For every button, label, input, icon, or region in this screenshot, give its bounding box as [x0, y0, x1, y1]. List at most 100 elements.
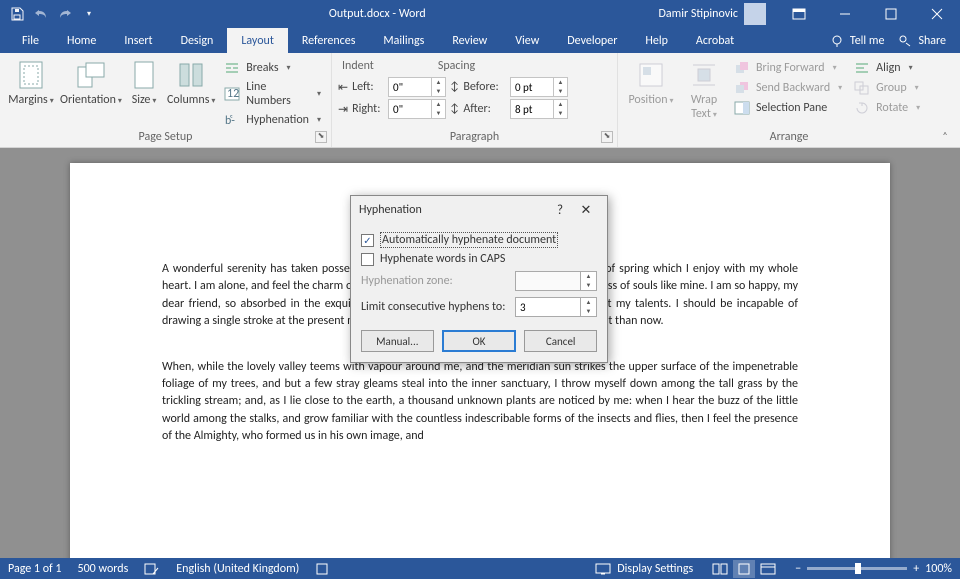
spacing-before-input[interactable]: ▲▼	[510, 77, 568, 97]
tab-file[interactable]: File	[8, 28, 53, 53]
indent-left-input[interactable]: ▲▼	[388, 77, 446, 97]
bring-forward-button: Bring Forward▾	[730, 59, 846, 77]
close-button[interactable]	[914, 0, 960, 28]
group-paragraph: IndentSpacing ⇤Left: ▲▼ ↕Before: ▲▼ ⇥Rig…	[332, 53, 618, 147]
line-numbers-button[interactable]: 12Line Numbers▾	[220, 79, 325, 109]
align-button[interactable]: Align▾	[850, 59, 924, 77]
selection-pane-icon	[734, 100, 750, 116]
status-bar: Page 1 of 1 500 words English (United Ki…	[0, 558, 960, 579]
checkbox-icon: ✓	[361, 234, 374, 247]
auto-hyphenate-checkbox[interactable]: ✓ Automatically hyphenate document	[361, 230, 597, 250]
zoom-in-button[interactable]: +	[913, 562, 919, 576]
web-layout-icon[interactable]	[757, 560, 779, 578]
qat-customize-icon[interactable]: ▾	[78, 3, 100, 25]
position-button: Position▾	[624, 57, 678, 108]
columns-button[interactable]: Columns▾	[166, 57, 216, 108]
page-status[interactable]: Page 1 of 1	[8, 562, 62, 576]
tab-insert[interactable]: Insert	[110, 28, 166, 53]
paragraph-dialog-launcher[interactable]: ⬊	[601, 131, 613, 143]
group-arrange: Position▾ Wrap Text▾ Bring Forward▾ Send…	[618, 53, 960, 147]
zoom-slider[interactable]	[807, 567, 907, 570]
ok-button[interactable]: OK	[442, 330, 517, 352]
redo-icon[interactable]	[54, 3, 76, 25]
tab-view[interactable]: View	[501, 28, 553, 53]
group-page-setup: Margins▾ Orientation▾ Size▾ Columns▾ Bre…	[0, 53, 332, 147]
spacing-before-icon: ↕	[450, 80, 459, 94]
orientation-button[interactable]: Orientation▾	[60, 57, 122, 108]
spacing-after-icon: ↕	[450, 102, 459, 116]
tab-design[interactable]: Design	[167, 28, 228, 53]
zoom-control: − + 100%	[795, 562, 952, 576]
group-icon	[854, 80, 870, 96]
tab-mailings[interactable]: Mailings	[369, 28, 438, 53]
title-bar: ▾ Output.docx - Word Damir Stipinovic	[0, 0, 960, 28]
tab-help[interactable]: Help	[631, 28, 682, 53]
margins-button[interactable]: Margins▾	[6, 57, 56, 108]
spacing-after-input[interactable]: ▲▼	[510, 99, 568, 119]
tab-acrobat[interactable]: Acrobat	[682, 28, 748, 53]
tab-review[interactable]: Review	[438, 28, 501, 53]
limit-hyphens-label: Limit consecutive hyphens to:	[361, 300, 505, 314]
page-setup-dialog-launcher[interactable]: ⬊	[315, 131, 327, 143]
manual-button[interactable]: Manual...	[361, 330, 434, 352]
indent-left-icon: ⇤	[338, 80, 348, 95]
wrap-text-icon	[688, 59, 720, 91]
view-buttons	[709, 560, 779, 578]
wrap-text-button: Wrap Text▾	[682, 57, 726, 122]
macro-recording-icon[interactable]	[315, 562, 329, 576]
paragraph-2[interactable]: When, while the lovely valley teems with…	[162, 359, 798, 446]
rotate-icon	[854, 100, 870, 116]
save-icon[interactable]	[6, 3, 28, 25]
align-icon	[854, 60, 870, 76]
limit-hyphens-input[interactable]: ▲▼	[515, 297, 597, 317]
dialog-help-button[interactable]: ?	[547, 199, 573, 221]
tab-developer[interactable]: Developer	[553, 28, 631, 53]
hyphenation-icon: bͨ-	[224, 112, 240, 128]
print-layout-icon[interactable]	[733, 560, 755, 578]
undo-icon[interactable]	[30, 3, 52, 25]
position-icon	[635, 59, 667, 91]
collapse-ribbon-button[interactable]: ˄	[936, 129, 954, 143]
cancel-button[interactable]: Cancel	[524, 330, 597, 352]
display-settings[interactable]: Display Settings	[595, 562, 693, 576]
dialog-close-button[interactable]: ✕	[573, 199, 599, 221]
display-settings-icon	[595, 563, 611, 575]
tab-layout[interactable]: Layout	[227, 28, 288, 53]
user-account[interactable]: Damir Stipinovic	[649, 3, 776, 25]
ribbon-tabs: File Home Insert Design Layout Reference…	[0, 28, 960, 53]
hyphenation-button[interactable]: bͨ-Hyphenation▾	[220, 111, 325, 129]
read-mode-icon[interactable]	[709, 560, 731, 578]
user-name: Damir Stipinovic	[659, 7, 738, 21]
breaks-button[interactable]: Breaks▾	[220, 59, 325, 77]
hyphenation-dialog: Hyphenation ? ✕ ✓ Automatically hyphenat…	[350, 195, 608, 363]
minimize-button[interactable]	[822, 0, 868, 28]
dialog-titlebar[interactable]: Hyphenation ? ✕	[351, 196, 607, 224]
zoom-out-button[interactable]: −	[795, 562, 801, 576]
hyphenate-caps-checkbox[interactable]: Hyphenate words in CAPS	[361, 250, 597, 268]
rotate-button: Rotate▾	[850, 99, 924, 117]
hyphenation-zone-label: Hyphenation zone:	[361, 274, 453, 288]
selection-pane-button[interactable]: Selection Pane	[730, 99, 846, 117]
checkbox-icon	[361, 253, 374, 266]
proofing-icon[interactable]	[144, 562, 160, 576]
word-count[interactable]: 500 words	[78, 562, 129, 576]
tab-home[interactable]: Home	[53, 28, 110, 53]
send-backward-button: Send Backward▾	[730, 79, 846, 97]
size-icon	[128, 59, 160, 91]
maximize-button[interactable]	[868, 0, 914, 28]
size-button[interactable]: Size▾	[126, 57, 162, 108]
share-button[interactable]: Share	[898, 34, 946, 48]
indent-right-input[interactable]: ▲▼	[388, 99, 446, 119]
lightbulb-icon	[830, 34, 844, 48]
breaks-icon	[224, 60, 240, 76]
dialog-title: Hyphenation	[359, 203, 422, 217]
columns-icon	[175, 59, 207, 91]
tab-references[interactable]: References	[288, 28, 370, 53]
tell-me-button[interactable]: Tell me	[830, 34, 885, 48]
orientation-icon	[75, 59, 107, 91]
indent-right-icon: ⇥	[338, 102, 348, 117]
window-title: Output.docx - Word	[106, 7, 649, 21]
language-status[interactable]: English (United Kingdom)	[176, 562, 299, 576]
ribbon-display-options-icon[interactable]	[776, 0, 822, 28]
zoom-level[interactable]: 100%	[925, 562, 952, 576]
